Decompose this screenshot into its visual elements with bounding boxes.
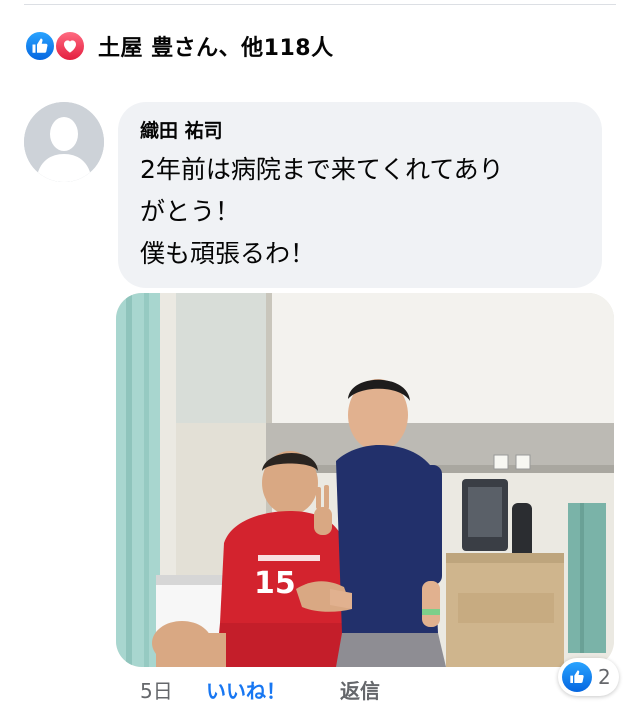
reaction-icons bbox=[24, 28, 90, 64]
top-divider bbox=[24, 4, 616, 5]
love-icon bbox=[54, 30, 86, 62]
comment-timestamp[interactable]: 5日 bbox=[140, 675, 206, 704]
reaction-count-number: 2 bbox=[598, 665, 611, 689]
comment-text: 2年前は病院まで来てくれてあり がとう！ 僕も頑張るわ！ bbox=[140, 149, 580, 275]
avatar[interactable] bbox=[24, 102, 104, 182]
comment-author[interactable]: 織田 祐司 bbox=[140, 116, 580, 143]
comment-bubble: 織田 祐司 2年前は病院まで来てくれてあり がとう！ 僕も頑張るわ！ bbox=[118, 102, 602, 288]
comment-actions: 5日 いいね！ 返信 bbox=[140, 674, 380, 704]
comment-line: がとう！ bbox=[140, 197, 241, 226]
like-button[interactable]: いいね！ bbox=[206, 675, 340, 704]
comment-photo[interactable]: 15 bbox=[116, 293, 614, 667]
like-icon bbox=[24, 30, 56, 62]
comment-line: 僕も頑張るわ！ bbox=[140, 239, 316, 268]
reply-button[interactable]: 返信 bbox=[340, 675, 380, 704]
comment-reaction-count[interactable]: 2 bbox=[558, 658, 619, 696]
jersey-number: 15 bbox=[254, 566, 296, 601]
reaction-summary[interactable]: 土屋 豊さん、他118人 bbox=[24, 28, 334, 64]
comment-line: 2年前は病院まで来てくれてあり bbox=[140, 155, 504, 184]
reaction-summary-text: 土屋 豊さん、他118人 bbox=[98, 36, 334, 61]
like-icon bbox=[562, 662, 592, 692]
